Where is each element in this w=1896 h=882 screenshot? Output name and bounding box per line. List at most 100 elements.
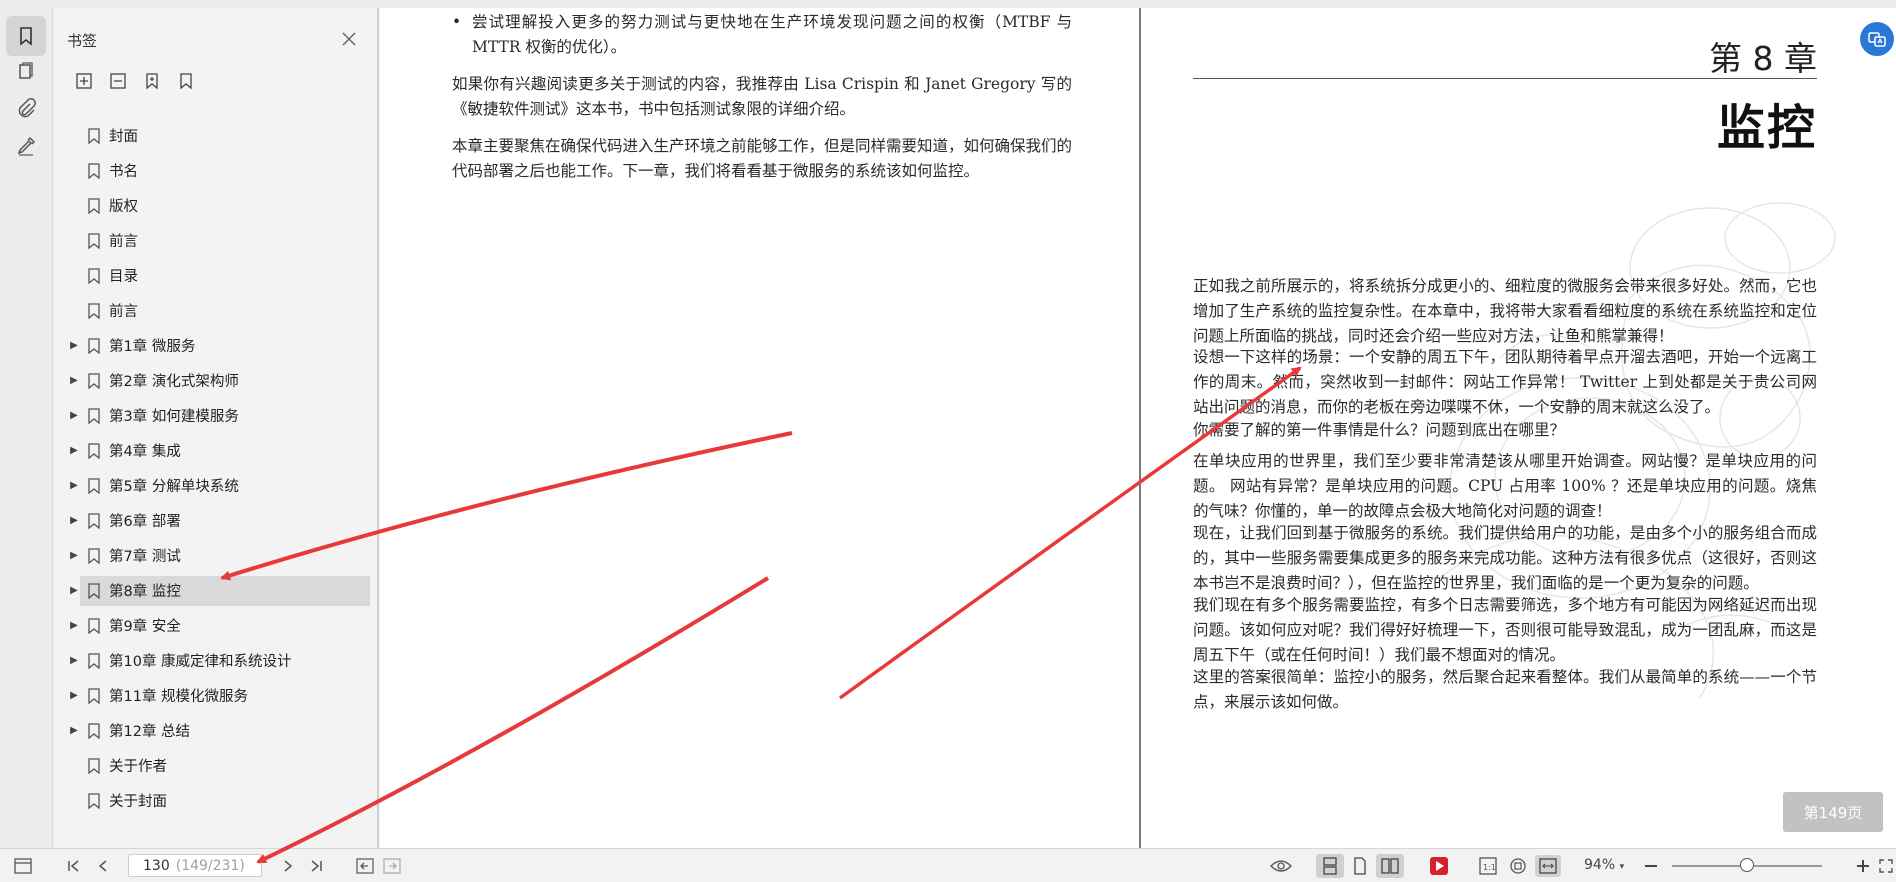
svg-text:1:1: 1:1 xyxy=(1483,863,1496,872)
two-page-icon xyxy=(1381,858,1399,874)
bookmark-label: 第1章 微服务 xyxy=(109,339,196,355)
two-page-button[interactable] xyxy=(1376,854,1404,878)
forward-button[interactable] xyxy=(381,855,403,877)
expand-arrow-icon[interactable]: ▶ xyxy=(67,480,81,491)
bookmark-item[interactable]: 前言 xyxy=(53,293,377,328)
bookmark-item[interactable]: ▶ 第12章 总结 xyxy=(53,713,377,748)
prev-page-button[interactable] xyxy=(92,855,114,877)
bookmark-item[interactable]: ▶ 第2章 演化式架构师 xyxy=(53,363,377,398)
bookmark-label: 第9章 安全 xyxy=(109,619,181,635)
bookmark-item[interactable]: ▶ 第8章 监控 xyxy=(53,573,377,608)
zoom-slider-handle[interactable] xyxy=(1740,858,1754,872)
bookmark-label: 关于封面 xyxy=(109,794,167,810)
back-button[interactable] xyxy=(354,855,376,877)
next-page-button[interactable] xyxy=(277,855,299,877)
expand-arrow-icon[interactable]: ▶ xyxy=(67,340,81,351)
close-icon xyxy=(342,32,356,46)
bookmark-item[interactable]: ▶ 第1章 微服务 xyxy=(53,328,377,363)
bookmark-item[interactable]: 版权 xyxy=(53,188,377,223)
bookmark-item[interactable]: ▶ 第6章 部署 xyxy=(53,503,377,538)
bookmark-label: 关于作者 xyxy=(109,759,167,775)
sidebar-toggle-button[interactable] xyxy=(12,855,34,877)
sidebar-toggle-icon xyxy=(14,858,32,874)
bookmark-item[interactable]: 前言 xyxy=(53,223,377,258)
expand-arrow-icon[interactable]: ▶ xyxy=(67,550,81,561)
chapter-rule xyxy=(1193,78,1817,79)
bookmark-icon xyxy=(88,197,100,214)
signature-panel-button[interactable] xyxy=(6,126,46,166)
bookmark-item[interactable]: 封面 xyxy=(53,118,377,153)
bookmark-item[interactable]: ▶ 第11章 规模化微服务 xyxy=(53,678,377,713)
bookmark-icon xyxy=(88,337,100,354)
zoom-level[interactable]: 94% ▾ xyxy=(1584,857,1624,873)
bullet-dot: • xyxy=(452,13,462,31)
chevron-down-icon: ▾ xyxy=(1619,862,1625,872)
bookmark-label: 版权 xyxy=(109,199,138,215)
current-page: 130 xyxy=(143,857,170,874)
expand-all-icon xyxy=(76,73,92,89)
bookmark-item[interactable]: ▶ 第5章 分解单块系统 xyxy=(53,468,377,503)
bookmark-item[interactable]: ▶ 第4章 集成 xyxy=(53,433,377,468)
expand-arrow-icon[interactable]: ▶ xyxy=(67,375,81,386)
panel-title: 书签 xyxy=(67,32,98,50)
fullscreen-button[interactable] xyxy=(1876,855,1896,877)
bookmark-tree: 封面 书名 版权 前言 目录 前言 ▶ 第1章 微服务 ▶ 第2章 演化式架构师 ▶ 第3章 如何建模… xyxy=(53,118,377,818)
actual-size-button[interactable]: 1:1 xyxy=(1477,855,1499,877)
right-paragraph: 现在，让我们回到基于微服务的系统。我们提供给用户的功能，是由多个小的服务组合而成… xyxy=(1193,524,1817,592)
expand-arrow-icon[interactable]: ▶ xyxy=(67,690,81,701)
expand-arrow-icon[interactable]: ▶ xyxy=(67,410,81,421)
bookmark-icon xyxy=(88,302,100,319)
first-page-button[interactable] xyxy=(63,855,85,877)
slideshow-button[interactable] xyxy=(1428,855,1450,877)
bookmark-item[interactable]: 关于作者 xyxy=(53,748,377,783)
right-paragraph: 你需要了解的第一件事情是什么？问题到底出在哪里？ xyxy=(1193,421,1566,439)
continuous-view-button[interactable] xyxy=(1316,854,1344,878)
expand-all-button[interactable] xyxy=(73,70,95,92)
expand-arrow-icon[interactable]: ▶ xyxy=(67,725,81,736)
fit-width-icon xyxy=(1539,858,1557,874)
bottom-toolbar: 130 (149/231) 1:1 94% ▾ xyxy=(0,848,1896,882)
read-mode-button[interactable] xyxy=(1270,855,1292,877)
expand-arrow-icon[interactable]: ▶ xyxy=(67,585,81,596)
bookmark-item[interactable]: 目录 xyxy=(53,258,377,293)
expand-arrow-icon[interactable]: ▶ xyxy=(67,655,81,666)
bookmark-item[interactable]: ▶ 第3章 如何建模服务 xyxy=(53,398,377,433)
add-bookmark-button[interactable] xyxy=(141,70,163,92)
fit-width-button[interactable] xyxy=(1535,855,1561,877)
bookmark-panel-button[interactable] xyxy=(6,16,46,56)
forward-icon xyxy=(383,858,401,874)
close-panel-button[interactable] xyxy=(338,28,360,50)
bookmark-outline-button[interactable] xyxy=(175,70,197,92)
bookmark-label: 第8章 监控 xyxy=(109,584,181,600)
bookmark-label: 第11章 规模化微服务 xyxy=(109,689,249,705)
pages-panel-button[interactable] xyxy=(6,52,46,92)
bookmark-toolbar xyxy=(73,70,197,92)
bookmark-label: 第5章 分解单块系统 xyxy=(109,479,239,495)
bookmark-item[interactable]: 关于封面 xyxy=(53,783,377,818)
document-viewer: • 尝试理解投入更多的努力测试与更快地在生产环境发现问题之间的权衡（MTBF 与… xyxy=(380,8,1896,848)
page-number-badge: 第149页 xyxy=(1783,792,1883,832)
bookmark-label: 目录 xyxy=(109,269,138,285)
pages-icon xyxy=(19,62,33,79)
fit-page-button[interactable] xyxy=(1507,855,1529,877)
translate-button[interactable] xyxy=(1860,22,1894,56)
bookmark-label: 第10章 康威定律和系统设计 xyxy=(109,654,292,670)
bookmark-item[interactable]: ▶ 第9章 安全 xyxy=(53,608,377,643)
attachments-panel-button[interactable] xyxy=(6,88,46,128)
expand-arrow-icon[interactable]: ▶ xyxy=(67,620,81,631)
bookmark-item[interactable]: 书名 xyxy=(53,153,377,188)
bookmark-label: 前言 xyxy=(109,234,138,250)
right-paragraph: 这里的答案很简单：监控小的服务，然后聚合起来看整体。我们从最简单的系统——一个节… xyxy=(1193,668,1817,711)
single-page-button[interactable] xyxy=(1346,854,1374,878)
right-paragraph: 在单块应用的世界里，我们至少要非常清楚该从哪里开始调查。网站慢？是单块应用的问题… xyxy=(1193,452,1817,520)
page-number-input[interactable]: 130 (149/231) xyxy=(128,854,262,877)
bookmark-item[interactable]: ▶ 第10章 康威定律和系统设计 xyxy=(53,643,377,678)
collapse-all-button[interactable] xyxy=(107,70,129,92)
expand-arrow-icon[interactable]: ▶ xyxy=(67,515,81,526)
last-page-button[interactable] xyxy=(305,855,327,877)
zoom-in-button[interactable] xyxy=(1852,855,1874,877)
expand-arrow-icon[interactable]: ▶ xyxy=(67,445,81,456)
zoom-out-button[interactable] xyxy=(1640,855,1662,877)
bookmark-icon xyxy=(88,687,100,704)
bookmark-item[interactable]: ▶ 第7章 测试 xyxy=(53,538,377,573)
